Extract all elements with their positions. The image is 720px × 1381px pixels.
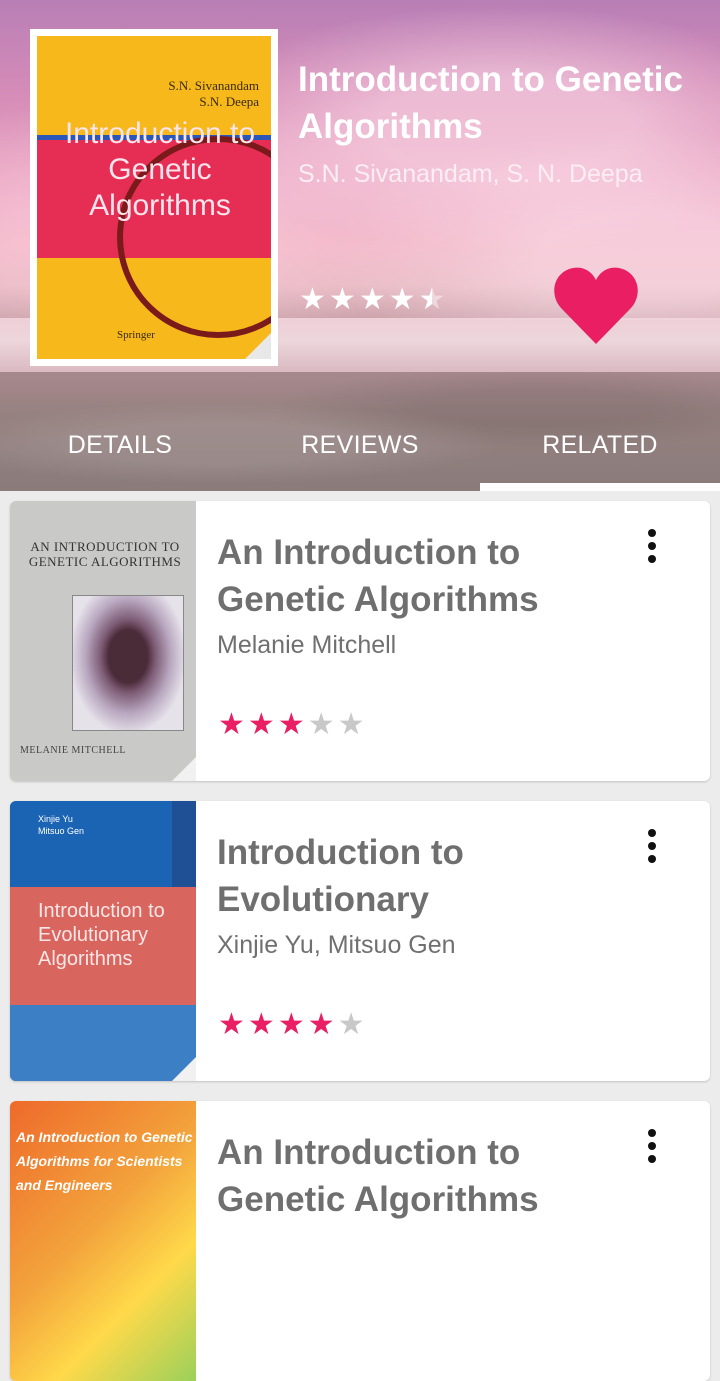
cover-author-2: S.N. Deepa	[199, 94, 259, 109]
related-book-rating: ★ ★ ★ ★ ★	[218, 1007, 365, 1043]
related-book-cover: Xinjie Yu Mitsuo Gen Introduction to Evol…	[10, 801, 196, 1081]
related-book-cover: An Introduction to Genetic Algorithms fo…	[10, 1101, 196, 1381]
star-icon: ★	[328, 283, 356, 316]
star-icon: ★	[358, 283, 386, 316]
tab-indicator	[480, 483, 720, 491]
star-icon: ★	[247, 1008, 275, 1041]
star-icon: ★	[307, 1008, 335, 1041]
more-vert-icon[interactable]	[646, 529, 658, 565]
tab-reviews[interactable]: REVIEWS	[240, 420, 480, 486]
heart-icon[interactable]	[553, 266, 639, 346]
book-cover: S.N. Sivanandam S.N. Deepa Introduction …	[30, 29, 278, 366]
cover-publisher: Springer	[117, 329, 155, 341]
related-book-author: Xinjie Yu, Mitsuo Gen	[217, 931, 456, 959]
related-book-title: An Introduction to Genetic Algorithms	[217, 1133, 539, 1219]
star-icon: ★	[247, 708, 275, 741]
related-book-card[interactable]: AN INTRODUCTION TO GENETIC ALGORITHMS ME…	[10, 501, 710, 781]
more-vert-icon[interactable]	[646, 829, 658, 865]
related-book-card[interactable]: An Introduction to Genetic Algorithms fo…	[10, 1101, 710, 1381]
book-title: Introduction to Genetic Algorithms	[298, 60, 683, 146]
related-book-title: An Introduction to Genetic Algorithms	[217, 533, 539, 619]
related-book-card[interactable]: Xinjie Yu Mitsuo Gen Introduction to Evol…	[10, 801, 710, 1081]
star-icon: ★	[277, 1008, 305, 1041]
more-vert-icon[interactable]	[646, 1129, 658, 1165]
star-half-icon: ★	[419, 282, 446, 318]
cover-heading: AN INTRODUCTION TO GENETIC ALGORITHMS	[28, 539, 182, 569]
star-icon: ★	[307, 708, 335, 741]
cover-title: Introduction to Evolutionary Algorithms	[38, 900, 165, 970]
book-rating: ★ ★ ★ ★ ★	[299, 282, 446, 318]
tab-related[interactable]: RELATED	[480, 420, 720, 486]
related-book-author: Melanie Mitchell	[217, 631, 397, 659]
cover-footer: MELANIE MITCHELL	[20, 745, 127, 756]
cover-title: Introduction to Genetic Algorithms	[64, 117, 256, 222]
tab-bar: DETAILS REVIEWS RELATED	[0, 420, 720, 486]
cover-author-1: S.N. Sivanandam	[168, 78, 259, 93]
book-header: S.N. Sivanandam S.N. Deepa Introduction …	[0, 0, 720, 491]
star-icon: ★	[337, 1008, 365, 1041]
star-icon: ★	[299, 283, 326, 316]
related-book-title: Introduction to Evolutionary	[217, 833, 464, 919]
cover-authors: Xinjie Yu Mitsuo Gen	[38, 814, 85, 836]
star-icon: ★	[218, 708, 245, 741]
star-icon: ★	[388, 283, 416, 316]
cover-title: An Introduction to Genetic Algorithms fo…	[16, 1129, 193, 1193]
related-book-cover: AN INTRODUCTION TO GENETIC ALGORITHMS ME…	[10, 501, 196, 781]
star-icon: ★	[337, 708, 365, 741]
star-icon: ★	[277, 708, 305, 741]
book-authors: S.N. Sivanandam, S. N. Deepa	[298, 160, 643, 188]
related-book-rating: ★ ★ ★ ★ ★	[218, 707, 365, 743]
star-icon: ★	[218, 1008, 245, 1041]
tab-details[interactable]: DETAILS	[0, 420, 240, 486]
